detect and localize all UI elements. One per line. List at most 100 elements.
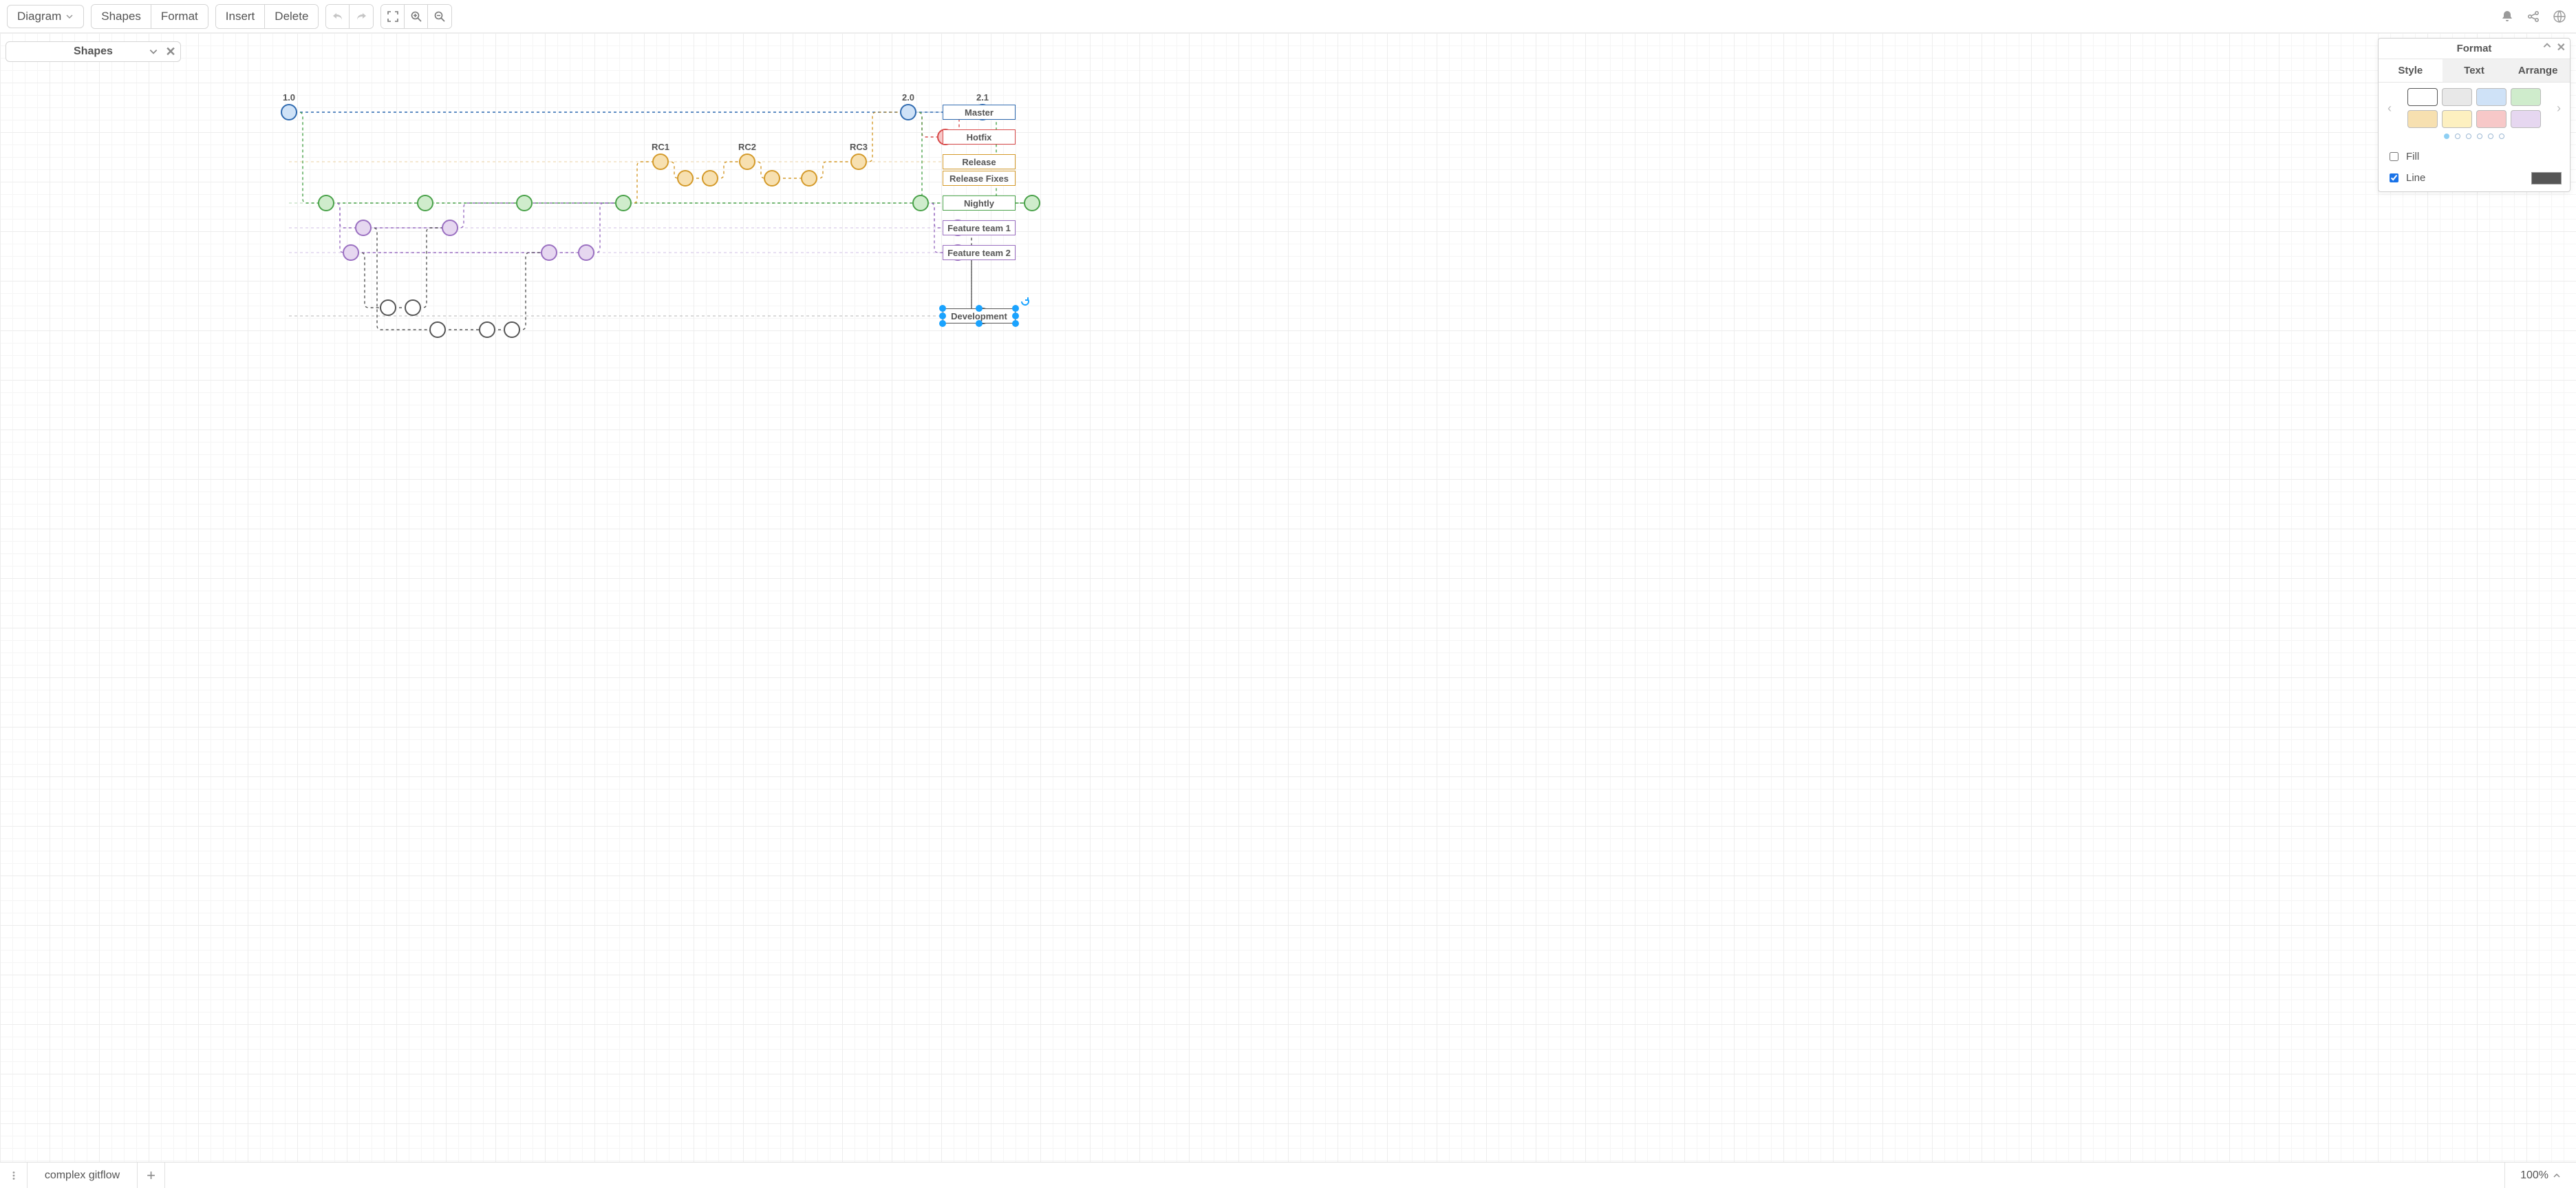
swatch-page-dot[interactable] — [2488, 134, 2493, 139]
selection-handle[interactable] — [1012, 320, 1019, 327]
selection-handle[interactable] — [1012, 312, 1019, 319]
redo-button[interactable] — [350, 5, 373, 28]
add-page-button[interactable]: + — [138, 1163, 165, 1188]
commit-node[interactable] — [504, 321, 520, 338]
swatch-page-dot[interactable] — [2444, 134, 2449, 139]
swatch[interactable] — [2442, 88, 2472, 106]
edge[interactable] — [450, 203, 623, 228]
swatch-page-dot[interactable] — [2477, 134, 2482, 139]
edge[interactable] — [512, 253, 549, 330]
tab-style[interactable]: Style — [2379, 59, 2443, 82]
edge[interactable] — [351, 253, 388, 308]
pages-menu-button[interactable] — [0, 1163, 28, 1188]
selection-handle[interactable] — [939, 312, 946, 319]
swatch[interactable] — [2476, 88, 2507, 106]
format-panel-close[interactable]: ✕ — [2557, 41, 2566, 54]
selection-handle[interactable] — [939, 305, 946, 312]
swatch-page-dot[interactable] — [2466, 134, 2471, 139]
lane-label[interactable]: Feature team 2 — [943, 245, 1016, 260]
page-tab[interactable]: complex gitflow — [28, 1163, 138, 1188]
commit-node[interactable] — [442, 220, 458, 236]
edge[interactable] — [289, 112, 326, 203]
swatch[interactable] — [2407, 110, 2438, 128]
delete-button[interactable]: Delete — [265, 5, 318, 28]
swatch-page-dot[interactable] — [2499, 134, 2504, 139]
commit-node[interactable] — [739, 153, 755, 170]
commit-node[interactable] — [429, 321, 446, 338]
swatch-next[interactable]: › — [2553, 101, 2564, 116]
commit-node[interactable] — [417, 195, 433, 211]
swatch-prev[interactable]: ‹ — [2384, 101, 2395, 116]
lane-label[interactable]: Master — [943, 105, 1016, 120]
commit-tag: 1.0 — [283, 92, 295, 103]
zoom-value: 100% — [2520, 1169, 2548, 1182]
commit-node[interactable] — [578, 244, 594, 261]
selection-handle[interactable] — [1012, 305, 1019, 312]
commit-node[interactable] — [764, 170, 780, 187]
commit-node[interactable] — [479, 321, 495, 338]
undo-button[interactable] — [326, 5, 350, 28]
zoom-in-button[interactable] — [405, 5, 428, 28]
lane-label[interactable]: Nightly — [943, 195, 1016, 211]
line-checkbox[interactable] — [2390, 173, 2398, 182]
lane-label[interactable]: Release Fixes — [943, 171, 1016, 186]
selection-handle[interactable] — [976, 305, 983, 312]
shapes-panel-close[interactable]: ✕ — [163, 42, 178, 61]
tab-arrange[interactable]: Arrange — [2506, 59, 2570, 82]
commit-node[interactable] — [541, 244, 557, 261]
shapes-toggle[interactable]: Shapes — [92, 5, 151, 28]
commit-node[interactable] — [702, 170, 718, 187]
insert-button[interactable]: Insert — [216, 5, 266, 28]
swatch[interactable] — [2511, 88, 2541, 106]
zoom-out-button[interactable] — [428, 5, 451, 28]
edge[interactable] — [958, 228, 983, 316]
rotate-handle[interactable] — [1020, 296, 1031, 307]
diagram-menu[interactable]: Diagram — [7, 5, 84, 28]
selection-handle[interactable] — [976, 320, 983, 327]
globe-button[interactable] — [2550, 7, 2569, 26]
commit-node[interactable] — [318, 195, 334, 211]
commit-node[interactable] — [355, 220, 372, 236]
lane-label[interactable]: Feature team 1 — [943, 220, 1016, 235]
share-button[interactable] — [2524, 7, 2543, 26]
swatch[interactable] — [2407, 88, 2438, 106]
shapes-panel-collapse[interactable] — [146, 42, 161, 61]
chevron-up-icon — [2553, 1171, 2561, 1180]
format-tabs: Style Text Arrange — [2379, 59, 2570, 83]
commit-node[interactable] — [801, 170, 817, 187]
commit-node[interactable] — [516, 195, 533, 211]
commit-node[interactable] — [677, 170, 694, 187]
commit-node[interactable] — [380, 299, 396, 316]
edge[interactable] — [908, 112, 926, 203]
selection-handle[interactable] — [939, 320, 946, 327]
zoom-indicator[interactable]: 100% — [2504, 1163, 2576, 1188]
lane-label[interactable]: Hotfix — [943, 129, 1016, 145]
swatch[interactable] — [2442, 110, 2472, 128]
edge[interactable] — [859, 112, 908, 162]
fit-button[interactable] — [381, 5, 405, 28]
swatch[interactable] — [2511, 110, 2541, 128]
format-title: Format — [2457, 43, 2492, 54]
commit-node[interactable] — [615, 195, 632, 211]
edge[interactable] — [413, 228, 450, 308]
commit-node[interactable] — [652, 153, 669, 170]
commit-node[interactable] — [900, 104, 916, 120]
lane-label[interactable]: Release — [943, 154, 1016, 169]
commit-node[interactable] — [281, 104, 297, 120]
format-panel-collapse[interactable] — [2542, 41, 2552, 50]
commit-node[interactable] — [850, 153, 867, 170]
swatch-page-dot[interactable] — [2455, 134, 2460, 139]
canvas[interactable]: 1.0RC1RC2RC32.02.1MasterHotfixReleaseRel… — [0, 33, 2576, 1162]
commit-node[interactable] — [405, 299, 421, 316]
line-label: Line — [2406, 172, 2425, 184]
format-toggle[interactable]: Format — [151, 5, 208, 28]
commit-node[interactable] — [912, 195, 929, 211]
commit-node[interactable] — [1024, 195, 1040, 211]
commit-node[interactable] — [343, 244, 359, 261]
fill-checkbox[interactable] — [2390, 152, 2398, 161]
diagram-menu-label: Diagram — [17, 10, 61, 23]
tab-text[interactable]: Text — [2443, 59, 2507, 82]
line-preview[interactable] — [2531, 172, 2562, 184]
swatch[interactable] — [2476, 110, 2507, 128]
notifications-button[interactable] — [2498, 7, 2517, 26]
